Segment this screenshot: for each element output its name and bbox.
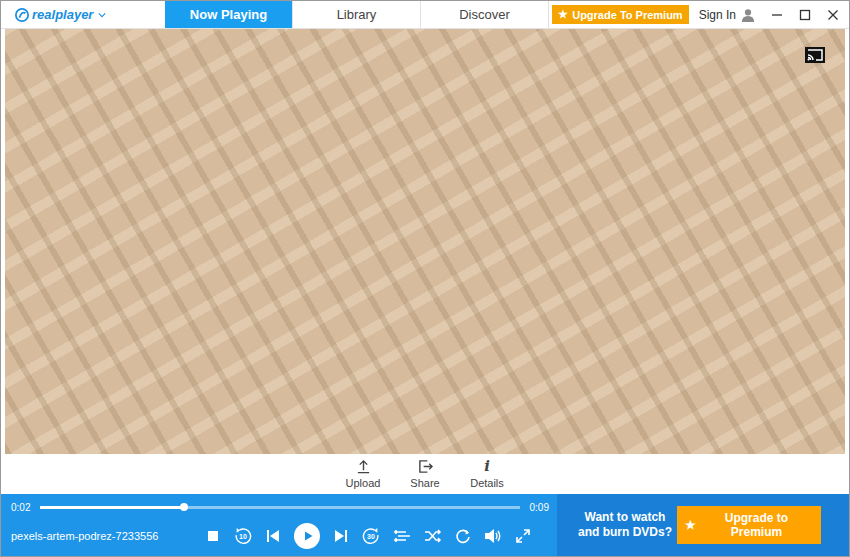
promo-panel: Want to watch and burn DVDs? ★ Upgrade t… — [557, 494, 849, 556]
seek-bar[interactable] — [40, 506, 519, 509]
media-title: pexels-artem-podrez-7233556 — [11, 530, 205, 542]
fullscreen-icon[interactable] — [515, 528, 531, 544]
play-button[interactable] — [294, 523, 320, 549]
info-icon: i — [484, 459, 490, 474]
sign-in-button[interactable]: Sign In — [699, 8, 755, 22]
close-icon[interactable] — [827, 9, 839, 21]
seek-knob[interactable] — [180, 503, 188, 511]
play-icon — [302, 530, 314, 542]
tab[interactable]: Library — [293, 1, 421, 28]
tab[interactable]: Discover — [421, 1, 549, 28]
shuffle-icon[interactable] — [424, 528, 442, 544]
elapsed-time: 0:02 — [11, 502, 30, 513]
app-logo[interactable]: realplayer — [1, 1, 165, 28]
action-strip: Upload Share i Details — [1, 454, 849, 494]
logo-icon — [15, 8, 29, 22]
repeat-icon[interactable] — [455, 528, 471, 544]
title-bar: realplayer Now PlayingLibraryDiscover ★ … — [1, 1, 849, 29]
playlist-icon[interactable] — [393, 528, 411, 544]
action-button[interactable]: i Details — [468, 459, 506, 489]
logo-text: realplayer — [32, 7, 93, 22]
person-icon — [741, 8, 755, 22]
skip-forward-button[interactable]: 30 — [362, 527, 380, 545]
maximize-icon[interactable] — [799, 9, 811, 21]
skip-back-button[interactable]: 10 — [234, 527, 252, 545]
action-button[interactable]: Upload — [344, 459, 382, 489]
volume-icon[interactable] — [484, 528, 502, 544]
player-window: realplayer Now PlayingLibraryDiscover ★ … — [0, 0, 850, 557]
upload-icon — [356, 459, 371, 474]
action-button[interactable]: Share — [406, 459, 444, 489]
cast-icon[interactable] — [805, 47, 825, 63]
video-frame[interactable] — [5, 29, 845, 454]
star-icon: ★ — [558, 8, 568, 21]
upgrade-premium-button[interactable]: ★ Upgrade to Premium — [677, 506, 821, 544]
next-icon[interactable] — [333, 528, 349, 544]
promo-text: Want to watch and burn DVDs? — [573, 510, 677, 540]
tab-bar: Now PlayingLibraryDiscover — [165, 1, 549, 28]
star-icon: ★ — [685, 518, 696, 532]
chevron-down-icon[interactable] — [98, 12, 106, 18]
share-icon — [418, 459, 433, 474]
upgrade-button[interactable]: ★ Upgrade To Premium — [552, 5, 688, 24]
stop-icon[interactable] — [205, 528, 221, 544]
duration-time: 0:09 — [530, 502, 549, 513]
player-bar: 0:02 0:09 pexels-artem-podrez-7233556 10… — [1, 494, 849, 556]
minimize-icon[interactable] — [771, 9, 783, 21]
previous-icon[interactable] — [265, 528, 281, 544]
tab[interactable]: Now Playing — [165, 1, 293, 28]
